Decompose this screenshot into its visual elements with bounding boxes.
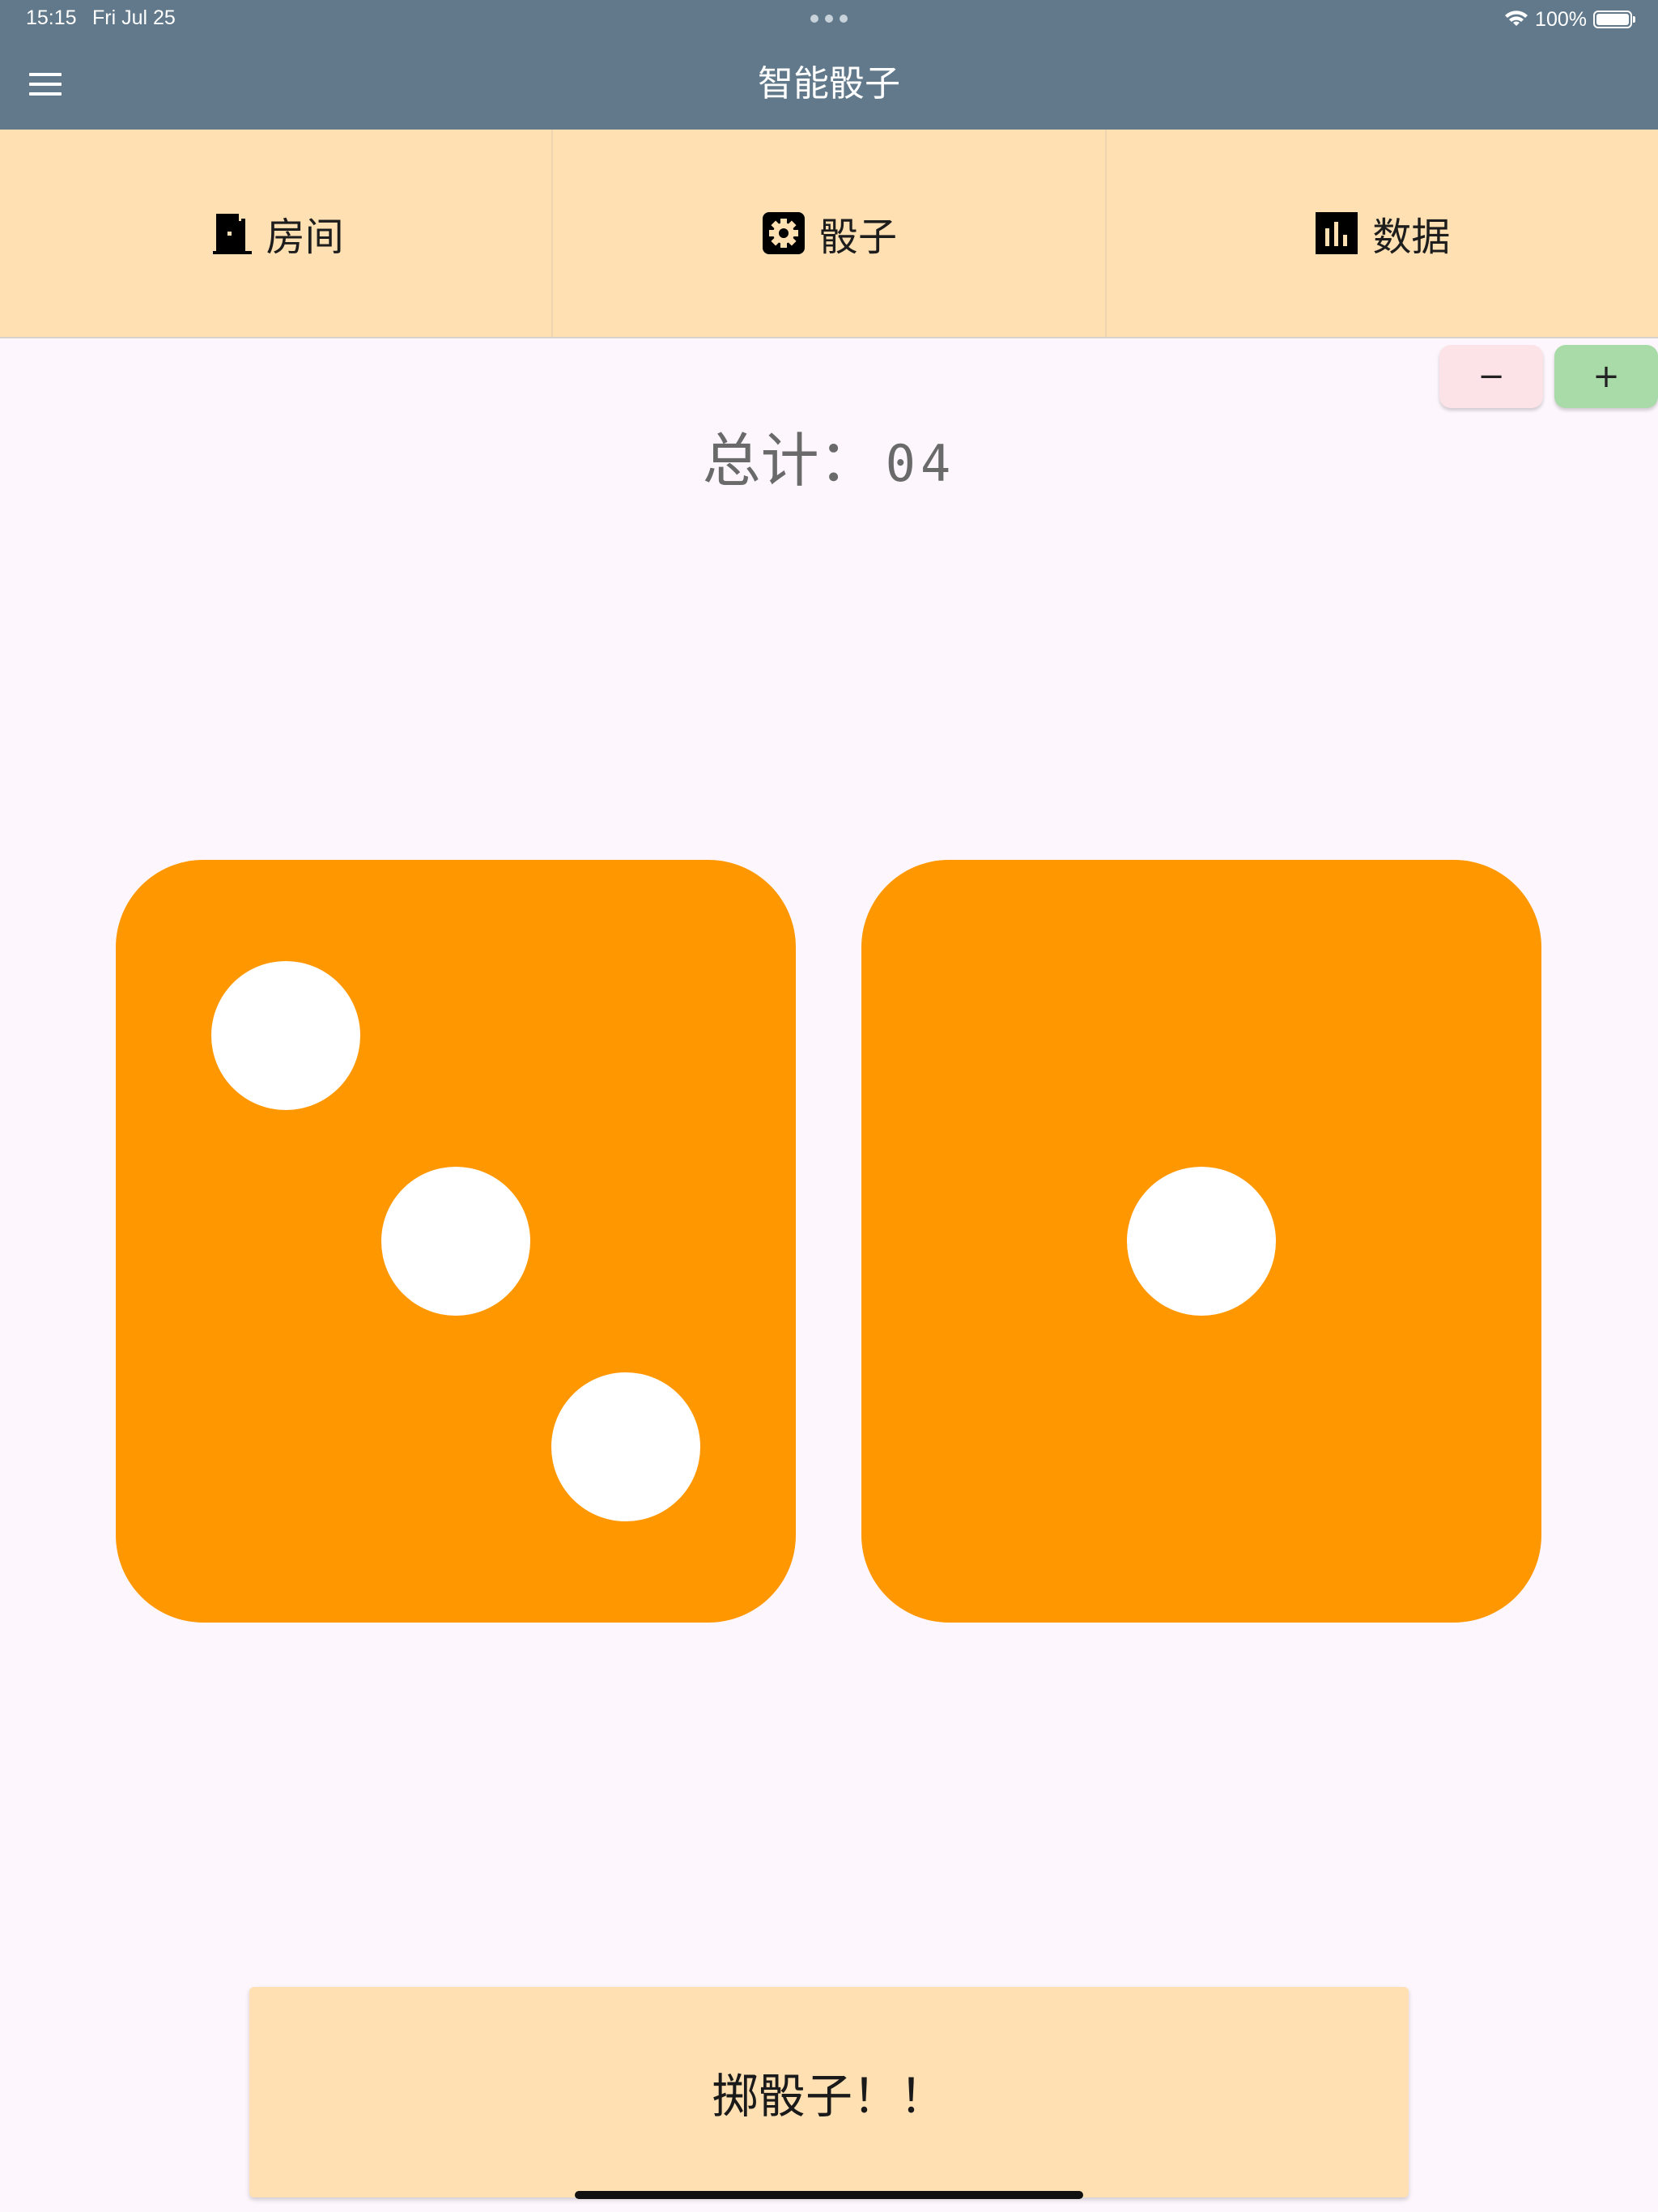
gear-icon (762, 212, 805, 254)
die-pip (211, 960, 360, 1110)
tab-room[interactable]: 房间 (0, 130, 554, 337)
battery-percentage: 100% (1535, 7, 1587, 31)
tab-dice[interactable]: 骰子 (553, 130, 1107, 337)
tab-room-label: 房间 (266, 215, 344, 260)
bar-chart-icon (1316, 212, 1358, 254)
status-date: Fri Jul 25 (92, 6, 176, 29)
door-icon (212, 214, 252, 254)
app-bar: 智能骰子 (0, 39, 1658, 130)
status-indicators: 100% (1504, 6, 1635, 32)
wifi-icon (1505, 11, 1528, 26)
app-title: 智能骰子 (758, 63, 900, 104)
multitasking-dots-icon[interactable] (810, 15, 848, 23)
battery-icon (1593, 11, 1635, 28)
status-time: 15:15 (26, 6, 77, 29)
home-indicator (575, 2191, 1083, 2199)
roll-dice-button[interactable]: 掷骰子！！ (249, 1987, 1409, 2197)
tab-data[interactable]: 数据 (1107, 130, 1658, 337)
die-pip (551, 1372, 700, 1522)
decrease-dice-button[interactable]: − (1439, 345, 1543, 408)
die-2[interactable] (861, 860, 1541, 1623)
tab-bar: 房间 骰子 数据 (0, 130, 1658, 338)
die-pip (1127, 1167, 1276, 1316)
tab-data-label: 数据 (1372, 215, 1451, 260)
total-display: 总计： 04 (0, 413, 1658, 498)
status-bar: 15:15 Fri Jul 25 100% (0, 0, 1658, 39)
tab-dice-label: 骰子 (818, 215, 897, 260)
increase-dice-button[interactable]: + (1554, 345, 1658, 408)
die-1[interactable] (116, 860, 796, 1623)
total-label: 总计： (702, 427, 878, 495)
total-value: 04 (885, 434, 956, 493)
die-pip (381, 1167, 530, 1316)
